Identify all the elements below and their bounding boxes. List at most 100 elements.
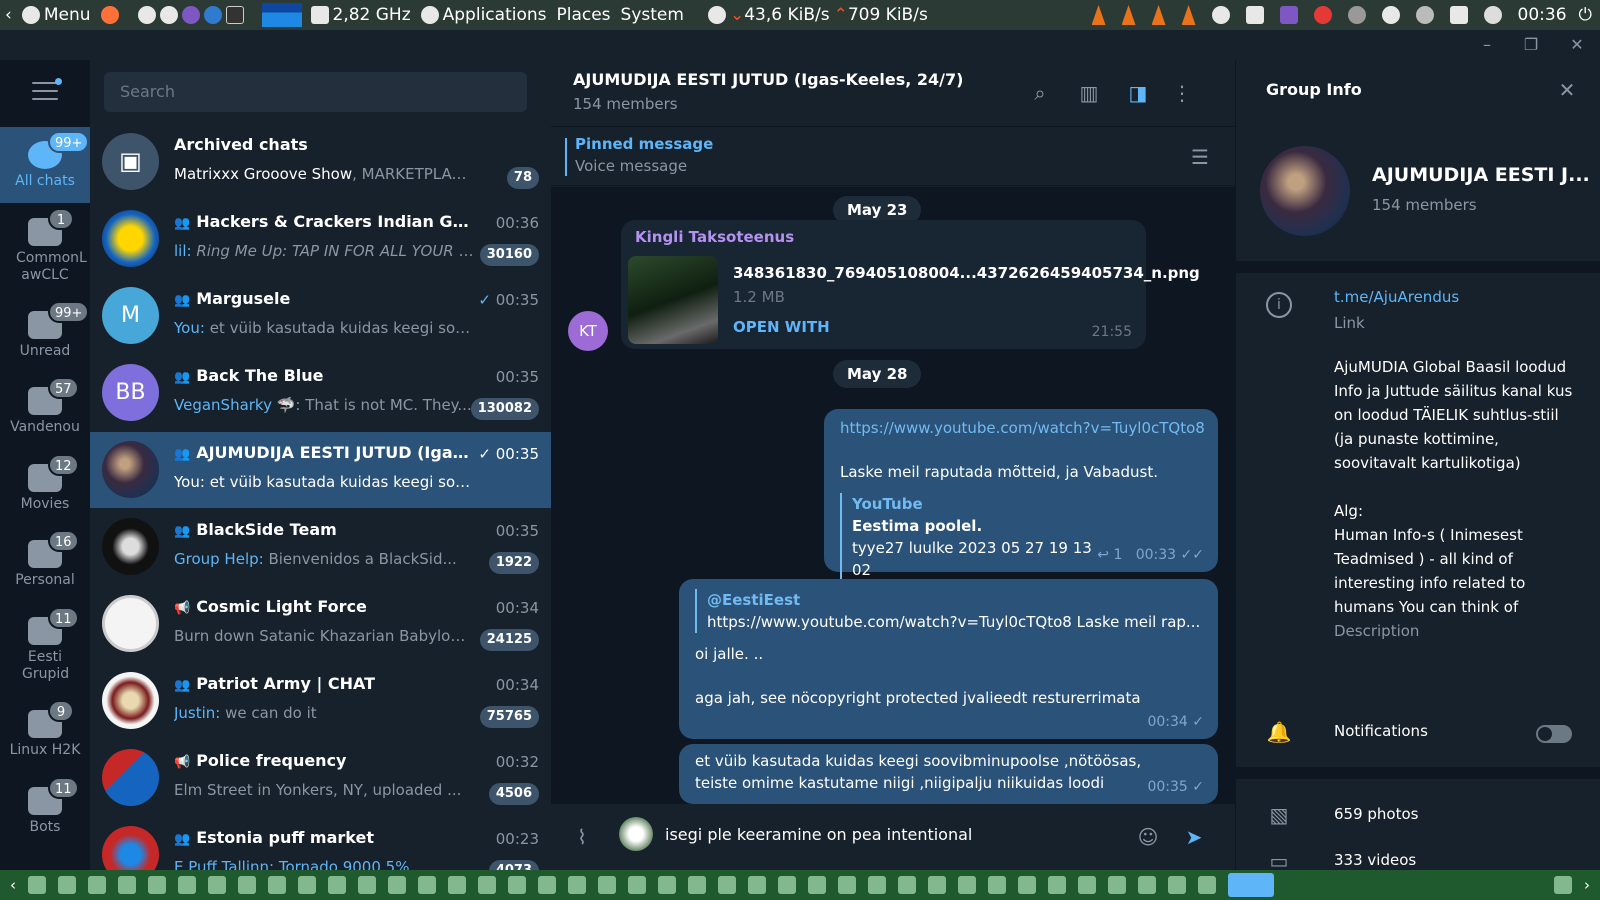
taskbar-trash-icon[interactable] bbox=[1554, 876, 1572, 894]
taskbar-telegram-active[interactable] bbox=[1228, 873, 1274, 897]
battery-icon[interactable] bbox=[1449, 6, 1468, 24]
reply-icon[interactable]: ↩ bbox=[1097, 547, 1113, 563]
taskbar-app-icon[interactable] bbox=[298, 876, 316, 894]
chat-title[interactable]: AJUMUDIJA EESTI JUTUD (Igas-Keeles, 24/7… bbox=[573, 70, 963, 89]
clock[interactable]: 00:36 bbox=[1518, 5, 1567, 25]
more-options-icon[interactable]: ⋮ bbox=[1169, 80, 1195, 106]
notifications-toggle[interactable] bbox=[1536, 725, 1572, 743]
taskbar-app-icon[interactable] bbox=[1018, 876, 1036, 894]
avatar[interactable]: KT bbox=[568, 311, 608, 351]
file-thumbnail[interactable] bbox=[628, 256, 718, 344]
folder-commonlawclc[interactable]: 1 CommonL awCLC bbox=[0, 204, 90, 296]
taskbar-app-icon[interactable] bbox=[178, 876, 196, 894]
calendar-icon[interactable] bbox=[1313, 6, 1332, 24]
taskbar-app-icon[interactable] bbox=[1198, 876, 1216, 894]
taskbar-app-icon[interactable] bbox=[1138, 876, 1156, 894]
chat-item-ajumudija[interactable]: 👥AJUMUDIJA EESTI JUTUD (Igas-Ke... ✓ 00:… bbox=[90, 432, 551, 508]
taskbar-app-icon[interactable] bbox=[478, 876, 496, 894]
taskbar-app-icon[interactable] bbox=[778, 876, 796, 894]
taskbar-app-icon[interactable] bbox=[718, 876, 736, 894]
group-avatar[interactable] bbox=[1260, 146, 1350, 236]
chat-item-cosmic-light-force[interactable]: 📢 Cosmic Light Force 00:34 Burn down Sata… bbox=[90, 586, 551, 662]
close-icon[interactable]: ✕ bbox=[1554, 77, 1580, 103]
applications-menu[interactable]: Applications bbox=[416, 0, 552, 30]
taskbar-app-icon[interactable] bbox=[88, 876, 106, 894]
app-icon[interactable] bbox=[1347, 6, 1366, 24]
search-icon[interactable]: ⌕ bbox=[1027, 80, 1053, 106]
message-sender[interactable]: Kingli Taksoteenus bbox=[635, 226, 794, 248]
power-icon[interactable]: ⏻ bbox=[1579, 5, 1592, 25]
taskbar-arrow-right[interactable]: › bbox=[1584, 876, 1590, 894]
message-bubble-text[interactable]: et vüib kasutada kuidas keegi soovibminu… bbox=[679, 744, 1218, 804]
vlc-icon[interactable] bbox=[1151, 5, 1166, 25]
taskbar-app-icon[interactable] bbox=[508, 876, 526, 894]
taskbar-app-icon[interactable] bbox=[988, 876, 1006, 894]
taskbar-app-icon[interactable] bbox=[658, 876, 676, 894]
taskbar-app-icon[interactable] bbox=[928, 876, 946, 894]
vlc-icon[interactable] bbox=[1091, 5, 1106, 25]
wifi-signal-icon[interactable] bbox=[1381, 6, 1400, 24]
taskbar-app-icon[interactable] bbox=[958, 876, 976, 894]
folder-personal[interactable]: 16 Personal bbox=[0, 526, 90, 602]
taskbar-app-icon[interactable] bbox=[568, 876, 586, 894]
link-preview[interactable]: YouTube Eestima poolel. tyye27 luulke 20… bbox=[840, 493, 1102, 581]
quoted-message[interactable]: @EestiEest https://www.youtube.com/watch… bbox=[695, 589, 1205, 633]
chat-item-estonia-puff-market[interactable]: 👥 Estonia puff market 00:23 E Puff Tallin… bbox=[90, 817, 551, 870]
taskbar-app-icon[interactable] bbox=[1078, 876, 1096, 894]
taskbar-app-icon[interactable] bbox=[238, 876, 256, 894]
chat-item-police-frequency[interactable]: 📢 Police frequency 00:32 Elm Street in Yo… bbox=[90, 740, 551, 816]
volume-icon[interactable] bbox=[1483, 6, 1502, 24]
close-window-button[interactable]: ✕ bbox=[1566, 34, 1588, 56]
minimize-button[interactable]: – bbox=[1476, 34, 1498, 56]
taskbar-app-icon[interactable] bbox=[118, 876, 136, 894]
chat-item-blackside-team[interactable]: 👥 BlackSide Team 00:35 Group Help: Bienve… bbox=[90, 509, 551, 585]
taskbar-app-icon[interactable] bbox=[58, 876, 76, 894]
attach-paperclip-icon[interactable]: ⌇ bbox=[569, 824, 595, 850]
taskbar-app-icon[interactable] bbox=[418, 876, 436, 894]
voice-chat-icon[interactable]: ▥ bbox=[1076, 80, 1102, 106]
taskbar-app-icon[interactable] bbox=[328, 876, 346, 894]
folder-bots[interactable]: 11 Bots bbox=[0, 773, 90, 849]
chat-item-patriot-army[interactable]: 👥 Patriot Army | CHAT 00:34 Justin: we ca… bbox=[90, 663, 551, 739]
sidebar-toggle-icon[interactable]: ◨ bbox=[1125, 80, 1151, 106]
app-icon[interactable] bbox=[1279, 6, 1298, 24]
search-input[interactable]: Search bbox=[104, 72, 527, 112]
bluetooth-icon[interactable] bbox=[1245, 6, 1264, 24]
taskbar-app-icon[interactable] bbox=[598, 876, 616, 894]
taskbar-app-icon[interactable] bbox=[1048, 876, 1066, 894]
pinned-message-bar[interactable]: Pinned message Voice message ☰ bbox=[551, 128, 1235, 186]
message-bubble-link[interactable]: https://www.youtube.com/watch?v=Tuyl0cTQ… bbox=[824, 409, 1218, 581]
chat-item-hackers-crackers[interactable]: 👥 Hackers & Crackers Indian Group 00:36 l… bbox=[90, 201, 551, 277]
maximize-button[interactable]: ❐ bbox=[1520, 34, 1542, 56]
firefox-launcher[interactable] bbox=[96, 0, 128, 30]
taskbar-app-icon[interactable] bbox=[358, 876, 376, 894]
menu-button[interactable]: Menu bbox=[17, 0, 96, 30]
message-bubble-reply[interactable]: @EestiEest https://www.youtube.com/watch… bbox=[679, 579, 1218, 739]
taskbar-app-icon[interactable] bbox=[268, 876, 286, 894]
vlc-icon[interactable] bbox=[1121, 5, 1136, 25]
taskbar-arrow-left[interactable]: ‹ bbox=[10, 876, 16, 894]
send-icon[interactable]: ➤ bbox=[1181, 824, 1207, 850]
message-link[interactable]: https://www.youtube.com/watch?v=Tuyl0cTQ… bbox=[840, 417, 1205, 439]
folder-all-chats[interactable]: 99+ All chats bbox=[0, 127, 90, 203]
system-menu[interactable]: System bbox=[616, 0, 689, 30]
taskbar-app-icon[interactable] bbox=[808, 876, 826, 894]
folder-eesti-grupid[interactable]: 11 Eesti Grupid bbox=[0, 603, 90, 695]
chat-item-margusele[interactable]: M 👥 Margusele ✓ 00:35 You: et vüib kasuta… bbox=[90, 278, 551, 354]
message-bubble-file[interactable]: Kingli Taksoteenus 348361830_76940510800… bbox=[621, 220, 1200, 349]
videos-count[interactable]: 333 videos bbox=[1334, 851, 1416, 869]
panel-arrow-left[interactable]: ‹ bbox=[0, 0, 17, 30]
group-link[interactable]: t.me/AjuArendus bbox=[1334, 288, 1459, 306]
taskbar-app-icon[interactable] bbox=[208, 876, 226, 894]
places-menu[interactable]: Places bbox=[551, 0, 615, 30]
folder-movies[interactable]: 12 Movies bbox=[0, 450, 90, 526]
taskbar-app-icon[interactable] bbox=[1108, 876, 1126, 894]
photos-count[interactable]: 659 photos bbox=[1334, 805, 1418, 823]
emoji-icon[interactable]: ☺ bbox=[1135, 824, 1161, 850]
taskbar-app-icon[interactable] bbox=[448, 876, 466, 894]
chat-item-back-the-blue[interactable]: BB 👥 Back The Blue 00:35 VeganSharky 🦈: T… bbox=[90, 355, 551, 431]
taskbar-app-icon[interactable] bbox=[838, 876, 856, 894]
folder-vandenou[interactable]: 57 Vandenou bbox=[0, 373, 90, 449]
tray-apps[interactable] bbox=[128, 0, 258, 30]
taskbar-app-icon[interactable] bbox=[868, 876, 886, 894]
